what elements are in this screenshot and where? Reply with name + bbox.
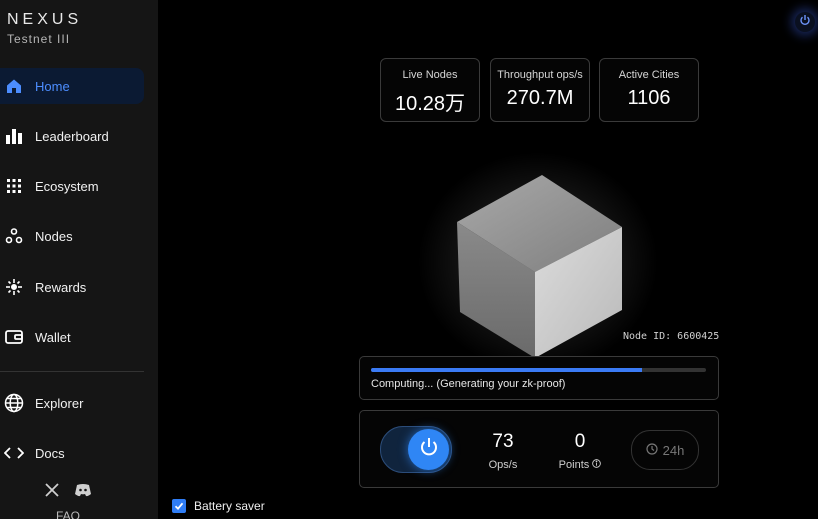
node-control-panel: 73 Ops/s 0 Points 24h: [359, 410, 719, 488]
sidebar-item-rewards[interactable]: Rewards: [0, 269, 144, 305]
discord-icon[interactable]: [74, 483, 92, 502]
info-icon[interactable]: [592, 459, 602, 471]
stat-title: Active Cities: [618, 69, 680, 81]
stat-title: Live Nodes: [402, 69, 458, 81]
ops-metric: 73 Ops/s: [473, 431, 533, 471]
sidebar: NEXUS Testnet III Home Leaderboard Ecosy…: [0, 0, 158, 519]
stat-title: Throughput ops/s: [497, 69, 583, 81]
grid-icon: [4, 176, 24, 196]
sidebar-item-label: Wallet: [35, 329, 71, 345]
ops-value: 73: [492, 431, 514, 452]
points-value: 0: [574, 431, 586, 452]
battery-saver: Battery saver: [172, 499, 265, 513]
bar-chart-icon: [4, 126, 24, 146]
globe-icon: [4, 393, 24, 413]
timer-label: 24h: [662, 442, 685, 458]
sidebar-item-leaderboard[interactable]: Leaderboard: [0, 118, 144, 154]
sidebar-item-explorer[interactable]: Explorer: [0, 385, 144, 421]
sidebar-item-label: Ecosystem: [35, 178, 99, 194]
progress-panel: Computing... (Generating your zk-proof): [359, 356, 719, 400]
sidebar-divider: [0, 371, 144, 372]
power-icon: [799, 13, 811, 31]
progress-track: [371, 368, 706, 372]
node-id-label: Node ID: 6600425: [623, 331, 720, 342]
nodes-icon: [4, 226, 24, 246]
wallet-icon: [4, 327, 24, 347]
power-status-button[interactable]: [795, 12, 815, 32]
social-links: [44, 482, 92, 503]
brand-subtitle: Testnet III: [7, 32, 71, 46]
sidebar-item-wallet[interactable]: Wallet: [0, 319, 144, 355]
ops-label: Ops/s: [488, 459, 518, 471]
home-icon: [4, 76, 24, 96]
sidebar-item-docs[interactable]: Docs: [0, 435, 144, 471]
stat-active-cities: Active Cities 1106: [599, 58, 699, 122]
sparkle-icon: [4, 277, 24, 297]
x-twitter-icon[interactable]: [44, 482, 60, 503]
stat-value: 270.7M: [506, 87, 574, 109]
points-label: Points: [558, 459, 590, 471]
stat-value: 10.28万: [394, 93, 466, 115]
stat-value: 1106: [627, 87, 671, 109]
sidebar-item-label: Explorer: [35, 395, 84, 411]
points-label-row: Points: [550, 459, 610, 471]
sidebar-item-label: Rewards: [35, 279, 87, 295]
code-icon: [4, 443, 24, 463]
battery-saver-checkbox[interactable]: [172, 499, 186, 513]
points-metric: 0 Points: [550, 431, 610, 471]
progress-fill: [371, 368, 643, 372]
power-icon: [418, 436, 440, 463]
battery-saver-label: Battery saver: [194, 499, 265, 513]
sidebar-item-home[interactable]: Home: [0, 68, 144, 104]
brand-name: NEXUS: [7, 11, 83, 28]
sidebar-item-label: Home: [35, 78, 70, 94]
sidebar-item-label: Docs: [35, 445, 65, 461]
sidebar-item-label: Nodes: [35, 228, 73, 244]
timer-button[interactable]: 24h: [631, 430, 699, 470]
faq-link[interactable]: FAQ: [56, 509, 80, 519]
sidebar-item-ecosystem[interactable]: Ecosystem: [0, 168, 144, 204]
sidebar-item-nodes[interactable]: Nodes: [0, 218, 144, 254]
clock-icon: [646, 442, 658, 458]
sidebar-item-label: Leaderboard: [35, 128, 109, 144]
brand: NEXUS Testnet III: [7, 11, 82, 46]
stat-live-nodes: Live Nodes 10.28万: [380, 58, 480, 122]
stat-throughput: Throughput ops/s 270.7M: [490, 58, 590, 122]
toggle-knob[interactable]: [408, 429, 449, 470]
progress-status: Computing... (Generating your zk-proof): [371, 378, 566, 390]
node-power-toggle[interactable]: [380, 426, 452, 473]
